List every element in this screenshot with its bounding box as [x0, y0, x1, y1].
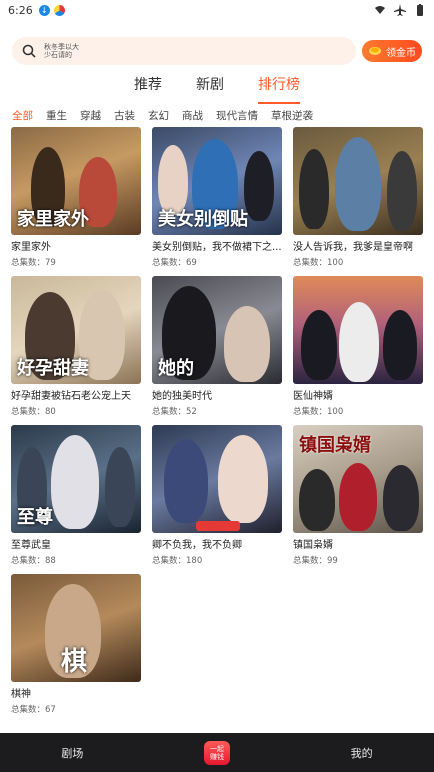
coin-icon: [369, 47, 381, 55]
main-tabs: 推荐 新剧 排行榜: [0, 74, 434, 104]
tab-recommend[interactable]: 推荐: [134, 74, 162, 100]
episode-count: 总集数：79: [11, 258, 56, 268]
wifi-icon: [375, 6, 385, 14]
drama-title: 美女别倒贴，我不做裙下之...: [152, 242, 282, 253]
drama-title: 没人告诉我，我爹是皇帝啊: [293, 242, 413, 253]
status-bar: 6:26 ↓: [0, 0, 434, 20]
nav-theater[interactable]: 剧场: [12, 745, 132, 761]
drama-card[interactable]: 医仙神婿 总集数：100: [293, 276, 423, 425]
episode-count: 总集数：99: [293, 556, 338, 566]
search-icon: [22, 44, 36, 58]
episode-count: 总集数：88: [11, 556, 56, 566]
drama-title: 家里家外: [11, 242, 51, 253]
episode-count: 总集数：80: [11, 407, 56, 417]
genre-tab-fantasy[interactable]: 玄幻: [148, 108, 169, 123]
airplane-icon: [394, 4, 406, 16]
drama-title: 镇国枭婿: [293, 540, 333, 551]
drama-poster: 镇国枭婿: [293, 425, 423, 533]
drama-poster: [152, 425, 282, 533]
drama-poster: 她的: [152, 276, 282, 384]
drama-card[interactable]: 至尊 至尊武皇 总集数：88: [11, 425, 141, 574]
genre-tab-time-travel[interactable]: 穿越: [80, 108, 101, 123]
poster-title: 至尊: [17, 507, 53, 528]
claim-coins-label: 领金币: [386, 47, 416, 59]
search-row: 秋冬季以大 少石请的 领金币: [12, 37, 422, 65]
drama-poster: 至尊: [11, 425, 141, 533]
episode-count: 总集数：180: [152, 556, 203, 566]
genre-tab-modern-romance[interactable]: 现代言情: [216, 108, 258, 123]
search-input[interactable]: 秋冬季以大 少石请的: [12, 37, 356, 65]
status-time: 6:26: [8, 3, 33, 17]
drama-card[interactable]: 镇国枭婿 镇国枭婿 总集数：99: [293, 425, 423, 574]
tab-ranking[interactable]: 排行榜: [258, 74, 300, 104]
earn-money-icon: 一起 赚钱: [203, 740, 230, 765]
earn-money-label: 一起 赚钱: [209, 744, 224, 761]
download-icon: ↓: [38, 4, 50, 16]
nav-earn[interactable]: 一起 赚钱: [157, 740, 277, 765]
genre-tab-all[interactable]: 全部: [12, 108, 33, 123]
drama-poster: [293, 276, 423, 384]
genre-tabs: 全部 重生 穿越 古装 玄幻 商战 现代言情 草根逆袭: [12, 108, 313, 123]
drama-title: 她的独美时代: [152, 391, 212, 402]
tab-new[interactable]: 新剧: [196, 74, 224, 100]
claim-coins-button[interactable]: 领金币: [362, 40, 422, 62]
nav-profile[interactable]: 我的: [302, 745, 422, 761]
episode-count: 总集数：67: [11, 705, 56, 715]
drama-card[interactable]: 卿不负我，我不负卿 总集数：180: [152, 425, 282, 574]
poster-title: 美女别倒贴: [158, 209, 248, 230]
drama-title: 医仙神婿: [293, 391, 333, 402]
episode-count: 总集数：52: [152, 407, 197, 417]
drama-grid: 家里家外 家里家外 总集数：79 美女别倒贴 美女别倒贴，我不做裙下之... 总…: [11, 127, 423, 723]
drama-card[interactable]: 好孕甜妻 好孕甜妻被钻石老公宠上天 总集数：80: [11, 276, 141, 425]
drama-card[interactable]: 没人告诉我，我爹是皇帝啊 总集数：100: [293, 127, 423, 276]
episode-count: 总集数：100: [293, 407, 344, 417]
drama-title: 至尊武皇: [11, 540, 51, 551]
episode-count: 总集数：100: [293, 258, 344, 268]
poster-title: 镇国枭婿: [299, 435, 371, 456]
drama-poster: 家里家外: [11, 127, 141, 235]
drama-card[interactable]: 她的 她的独美时代 总集数：52: [152, 276, 282, 425]
bottom-nav: 剧场 一起 赚钱 我的: [0, 733, 434, 772]
poster-title: 她的: [158, 358, 194, 379]
episode-count: 总集数：69: [152, 258, 197, 268]
poster-title: 家里家外: [17, 209, 89, 230]
genre-tab-costume[interactable]: 古装: [114, 108, 135, 123]
genre-tab-rebirth[interactable]: 重生: [46, 108, 67, 123]
app-notification-icon: [53, 4, 65, 16]
drama-card[interactable]: 家里家外 家里家外 总集数：79: [11, 127, 141, 276]
drama-poster: 好孕甜妻: [11, 276, 141, 384]
search-placeholder: 秋冬季以大 少石请的: [44, 43, 79, 59]
poster-title: 好孕甜妻: [17, 358, 89, 379]
genre-tab-business[interactable]: 商战: [182, 108, 203, 123]
poster-title: 棋: [61, 647, 88, 677]
drama-poster: 美女别倒贴: [152, 127, 282, 235]
drama-poster: [293, 127, 423, 235]
drama-title: 棋神: [11, 689, 31, 700]
drama-card[interactable]: 美女别倒贴 美女别倒贴，我不做裙下之... 总集数：69: [152, 127, 282, 276]
drama-title: 卿不负我，我不负卿: [152, 540, 242, 551]
battery-icon: [417, 4, 423, 16]
drama-title: 好孕甜妻被钻石老公宠上天: [11, 391, 131, 402]
drama-card[interactable]: 棋 棋神 总集数：67: [11, 574, 141, 723]
genre-tab-underdog[interactable]: 草根逆袭: [271, 108, 313, 123]
drama-poster: 棋: [11, 574, 141, 682]
